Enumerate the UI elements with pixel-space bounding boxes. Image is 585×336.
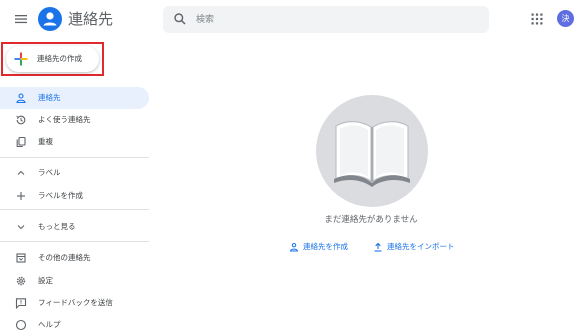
sidebar-item-settings[interactable]: 設定 [0, 270, 149, 292]
create-contact-button[interactable]: 連絡先の作成 [6, 46, 99, 72]
duplicate-icon [16, 136, 26, 148]
gear-icon [16, 276, 26, 286]
sidebar-item-contacts[interactable]: 連絡先 [0, 87, 149, 109]
sidebar-item-label: ヘルプ [38, 320, 61, 329]
sidebar-item-labels-header[interactable]: ラベル [0, 162, 149, 184]
top-bar: 連絡先 決 [0, 0, 585, 40]
sidebar-divider [0, 241, 149, 242]
sidebar-item-help[interactable]: ヘルプ [0, 314, 149, 336]
sidebar-item-label: ラベル [38, 168, 61, 177]
history-icon [16, 115, 26, 125]
open-book-illustration [316, 95, 428, 207]
sidebar-item-label: 設定 [38, 276, 53, 285]
menu-icon[interactable] [14, 12, 28, 26]
sidebar-item-feedback[interactable]: フィードバックを送信 [0, 292, 149, 314]
upload-icon [374, 242, 382, 252]
person-icon [16, 93, 26, 104]
plus-icon [17, 192, 25, 200]
sidebar-divider [0, 157, 149, 158]
sidebar-item-label: ラベルを作成 [38, 191, 83, 200]
person-add-icon [289, 243, 299, 252]
sidebar-item-label: 重複 [38, 137, 53, 146]
chevron-down-icon [17, 225, 25, 230]
sidebar-item-label: その他の連絡先 [38, 253, 91, 262]
feedback-icon [15, 298, 27, 309]
import-contacts-link-label: 連絡先をインポート [387, 242, 455, 251]
sidebar-divider [0, 209, 149, 210]
search-icon[interactable] [173, 12, 187, 26]
sidebar-item-create-label[interactable]: ラベルを作成 [0, 185, 149, 207]
search-input[interactable] [196, 12, 476, 27]
chevron-up-icon [17, 170, 25, 175]
sidebar-item-label: もっと見る [38, 222, 76, 231]
sidebar-item-other-contacts[interactable]: その他の連絡先 [0, 247, 149, 269]
create-contact-link-label: 連絡先を作成 [303, 242, 348, 251]
search-bar[interactable] [163, 6, 489, 33]
archive-icon [16, 253, 26, 263]
sidebar-item-label: よく使う連絡先 [38, 115, 91, 124]
create-contact-link[interactable]: 連絡先を作成 [289, 240, 355, 254]
sidebar-item-frequent[interactable]: よく使う連絡先 [0, 109, 149, 131]
sidebar-item-duplicates[interactable]: 重複 [0, 131, 149, 153]
help-icon [15, 319, 27, 331]
create-contact-label: 連絡先の作成 [37, 54, 82, 63]
sidebar-item-more[interactable]: もっと見る [0, 216, 149, 238]
multicolor-plus-icon [14, 52, 28, 66]
app-title: 連絡先 [68, 10, 114, 28]
apps-grid-icon[interactable] [531, 13, 543, 25]
sidebar-item-label: フィードバックを送信 [38, 298, 113, 307]
contacts-logo-icon [38, 7, 62, 31]
sidebar-item-label: 連絡先 [38, 93, 61, 102]
import-contacts-link[interactable]: 連絡先をインポート [373, 240, 465, 254]
empty-state-message: まだ連絡先がありません [324, 215, 418, 225]
account-avatar[interactable]: 決 [557, 10, 574, 27]
